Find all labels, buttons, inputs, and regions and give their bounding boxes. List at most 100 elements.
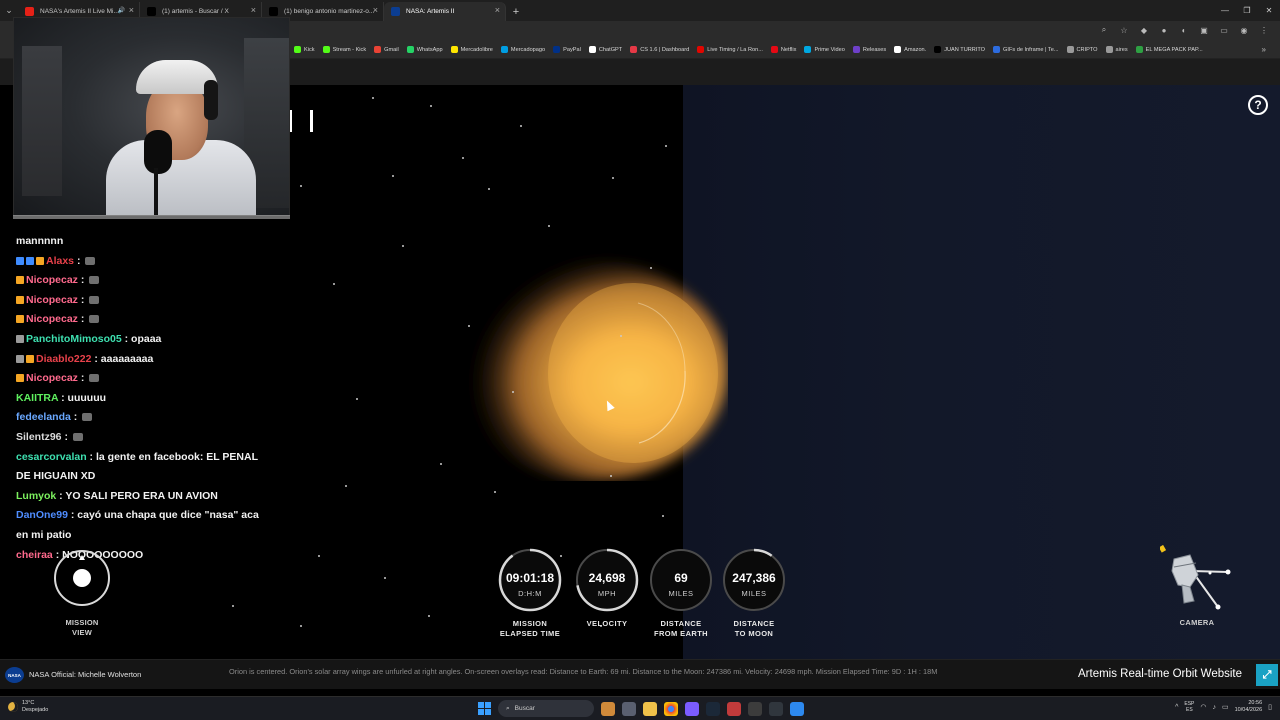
maximize-icon[interactable]: ❐ [1236,0,1258,21]
bookmark-item[interactable]: Releases [852,46,886,53]
task-view-icon[interactable] [622,701,636,716]
bookmark-label: Mercadopago [510,46,546,53]
app-icon[interactable] [727,701,741,716]
wifi-icon[interactable]: ◠ [1200,703,1206,711]
extension-icon[interactable]: ◐ [1178,24,1190,36]
bookmark-item[interactable]: aires [1105,46,1128,53]
close-window-icon[interactable]: ✕ [1258,0,1280,21]
close-tab-icon[interactable]: × [129,5,134,15]
bookmark-item[interactable]: Kick [294,46,315,53]
windows-start-icon[interactable] [478,702,491,715]
chrome-icon[interactable] [664,701,678,716]
bookmark-label: Mercadolibre [460,46,493,53]
bookmark-item[interactable]: PayPal [553,46,581,53]
chat-separator: : [74,254,84,267]
chat-badge-icon [16,374,24,383]
star [428,615,430,617]
bookmarks-overflow-icon[interactable]: » [1262,45,1266,54]
bookmark-item[interactable]: Mercadopago [500,46,546,53]
bookmark-label: Gmail [384,46,399,53]
site-title: Artemis Real-time Orbit Website [1078,668,1243,680]
expand-icon[interactable]: ⤢ [1256,664,1278,686]
mission-view-label-line: MISSION [65,618,99,627]
bookmark-item[interactable]: CS 1.6 | Dashboard [630,46,689,53]
star [372,97,374,99]
extension-icon[interactable]: ◆ [1138,24,1150,36]
minimize-icon[interactable]: — [1214,0,1236,21]
discord-icon[interactable] [685,701,699,716]
bookmark-item[interactable]: ChatGPT [588,46,622,53]
taskbar-search-box[interactable]: ⌕ Buscar [498,700,594,717]
bookmark-favicon-icon [630,46,638,53]
bookmark-item[interactable]: Mercadolibre [450,46,493,53]
close-tab-icon[interactable]: × [373,5,378,15]
chat-username[interactable]: Nicopecaz [26,274,78,286]
new-tab-button[interactable]: + [506,2,526,21]
chat-username[interactable]: Nicopecaz [26,313,78,325]
app-icon[interactable] [748,701,762,716]
sidebar-icon[interactable]: ▭ [1218,24,1230,36]
tab-artemis[interactable]: NASA: Artemis II × [384,2,506,21]
app-icon[interactable] [790,701,804,716]
telemetry-gauge: 69 MILES [648,547,714,613]
menu-kebab-icon[interactable]: ⋮ [1258,24,1270,36]
bookmark-favicon-icon [852,46,860,53]
file-explorer-icon[interactable] [643,701,657,716]
bookmark-item[interactable]: GIFs de Inframe | Te... [993,46,1059,53]
close-tab-icon[interactable]: × [251,5,256,15]
chat-username[interactable]: Silentz96 [16,431,62,443]
chat-username[interactable]: Lumyok [16,490,56,502]
star [662,515,664,517]
widgets-app-icon[interactable] [601,701,615,716]
language-indicator[interactable]: ESP ES [1184,701,1194,714]
chat-username[interactable]: KAIITRA [16,392,58,404]
clock[interactable]: 20:56 10/04/2026 [1235,700,1263,714]
notifications-icon[interactable]: ▯ [1268,703,1272,711]
bookmark-item[interactable]: EL MEGA PACK PAP... [1135,46,1203,53]
pause-button[interactable] [289,110,319,136]
chat-username[interactable]: Alaxs [46,255,74,267]
tray-overflow-icon[interactable]: ^ [1175,704,1178,711]
bookmark-label: aires [1115,46,1128,53]
bookmark-label: Amazon. [904,46,927,53]
chat-username[interactable]: cheiraa [16,549,53,561]
chat-username[interactable]: PanchitoMimoso05 [26,333,122,345]
volume-icon[interactable]: ♪ [1212,704,1216,711]
orion-spacecraft-glow [458,261,728,481]
bookmark-item[interactable]: Live Timing / La Ron... [697,46,763,53]
bookmark-item[interactable]: Prime Video [804,46,845,53]
chat-message: cheiraa : NOOOOOOOOO [16,546,266,566]
profile-avatar-icon[interactable]: ◉ [1238,24,1250,36]
bookmark-item[interactable]: JUAN TURRITO [934,46,985,53]
zoom-icon[interactable]: ⌕ [1098,24,1110,36]
speaker-icon[interactable]: 🔊 [118,7,125,14]
bookmark-item[interactable]: CRIPTO [1066,46,1098,53]
chat-username[interactable]: Diaablo222 [36,353,91,365]
close-tab-icon[interactable]: × [495,5,500,15]
bookmark-item[interactable]: Gmail [374,46,399,53]
chat-username[interactable]: DanOne99 [16,509,68,521]
steam-icon[interactable] [706,701,720,716]
chat-badge-icon [26,354,34,363]
bookmark-item[interactable]: Netflix [770,46,796,53]
chat-username[interactable]: Nicopecaz [26,372,78,384]
chat-username[interactable]: Nicopecaz [26,294,78,306]
weather-widget[interactable]: 13°C Despejado [8,700,48,714]
bookmark-item[interactable]: Stream - Kick [322,46,366,53]
gauge-value: 69 [674,571,688,585]
bookmark-favicon-icon [322,46,330,53]
extensions-puzzle-icon[interactable]: ▣ [1198,24,1210,36]
toolbar-icons: ⌕ ☆ ◆ ● ◐ ▣ ▭ ◉ ⋮ [1098,24,1270,36]
bookmark-label: GIFs de Inframe | Te... [1003,46,1059,53]
extension-icon[interactable]: ● [1158,24,1170,36]
bookmark-item[interactable]: WhatsApp [406,46,443,53]
webcam-divider [13,215,290,219]
chat-username[interactable]: fedeelanda [16,411,71,423]
help-button[interactable]: ? [1248,95,1268,115]
bookmark-star-icon[interactable]: ☆ [1118,24,1130,36]
battery-icon[interactable]: ▭ [1222,703,1229,711]
camera-spacecraft-icon[interactable] [1160,545,1232,615]
chat-username[interactable]: cesarcorvalan [16,451,87,463]
bookmark-item[interactable]: Amazon. [894,46,926,53]
obs-icon[interactable] [769,701,783,716]
